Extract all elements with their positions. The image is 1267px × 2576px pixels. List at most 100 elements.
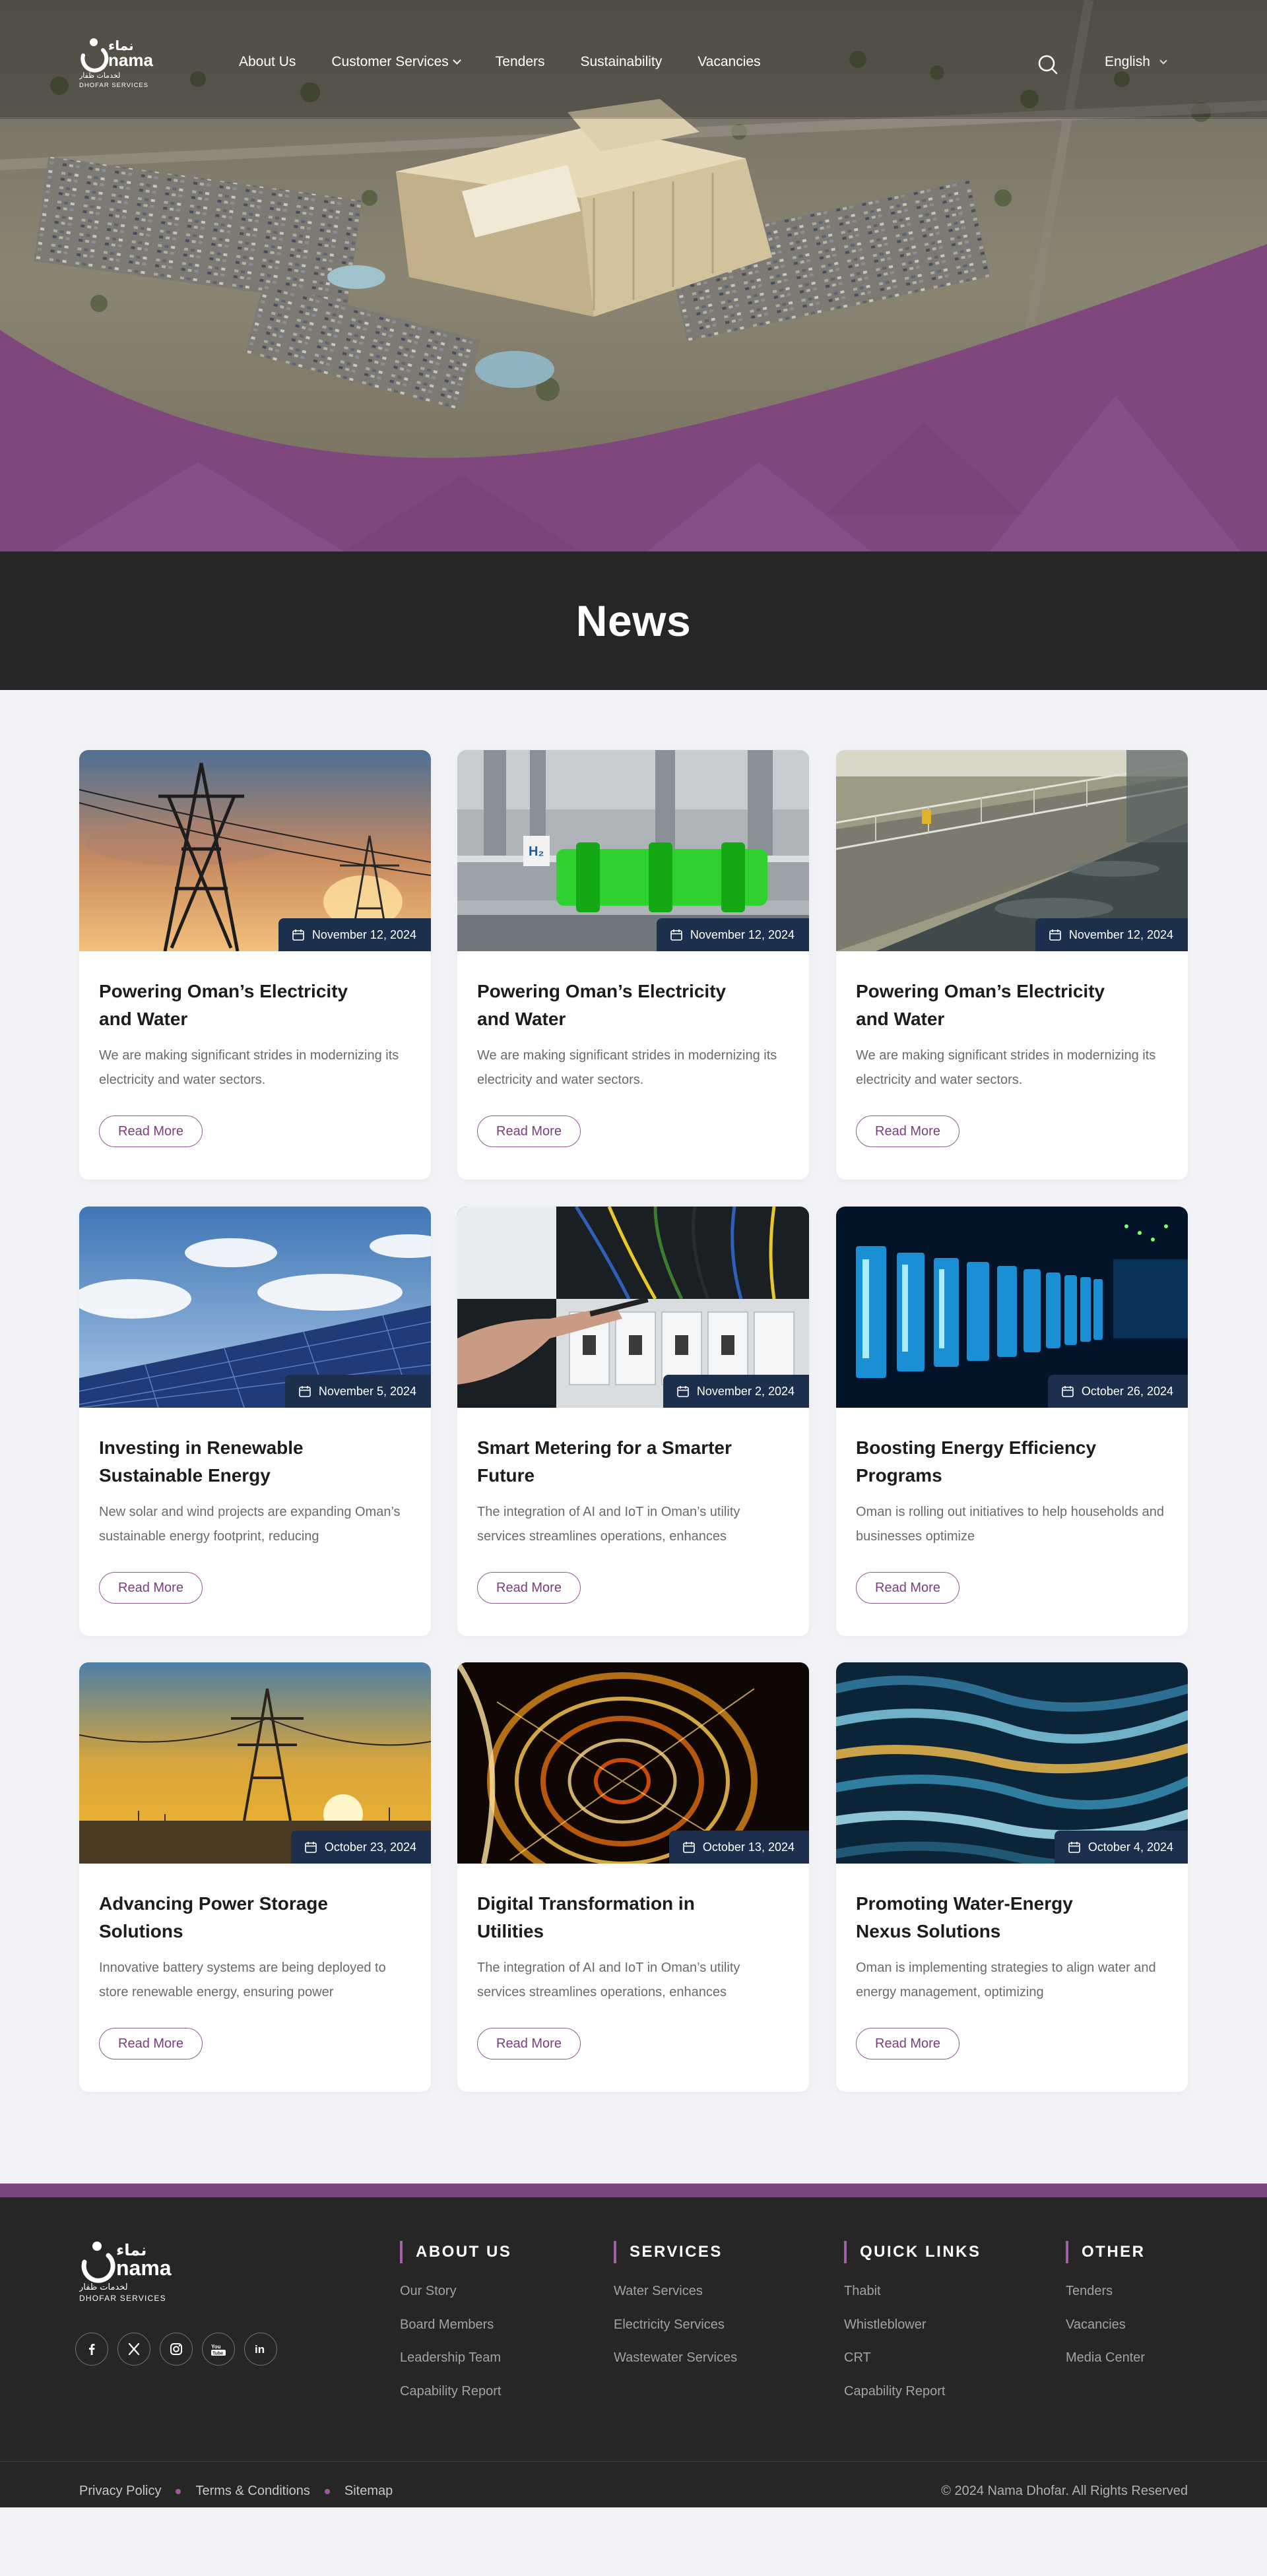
sitemap-link[interactable]: Sitemap [344, 2484, 393, 2499]
youtube-link[interactable]: You Tube [202, 2333, 235, 2366]
news-card[interactable]: October 4, 2024 Promoting Water-Energy N… [836, 1662, 1188, 2092]
read-more-button[interactable]: Read More [477, 1115, 581, 1147]
news-title[interactable]: Promoting Water-Energy Nexus Solutions [856, 1890, 1133, 1945]
news-image-solar-panels[interactable]: November 5, 2024 [79, 1207, 431, 1408]
footer-link[interactable]: Whistleblower [844, 2317, 981, 2333]
news-image-electric-panel[interactable]: November 2, 2024 [457, 1207, 809, 1408]
terms-link[interactable]: Terms & Conditions [195, 2484, 309, 2499]
footer-link[interactable]: Board Members [400, 2317, 511, 2333]
read-more-button[interactable]: Read More [856, 1572, 959, 1604]
footer-link[interactable]: CRT [844, 2350, 981, 2366]
news-title[interactable]: Smart Metering for a Smarter Future [477, 1434, 754, 1490]
read-more-button[interactable]: Read More [477, 2028, 581, 2059]
news-card[interactable]: H₂ November 12, 2024 Powering Oman’s Ele… [457, 750, 809, 1179]
nav-vacancies[interactable]: Vacancies [698, 54, 760, 70]
social-links: You Tube in [75, 2333, 277, 2366]
news-card[interactable]: October 23, 2024 Advancing Power Storage… [79, 1662, 431, 2092]
footer-link[interactable]: Water Services [614, 2283, 737, 2299]
language-label: English [1105, 54, 1150, 69]
date-badge: November 5, 2024 [284, 1375, 431, 1408]
news-date: November 12, 2024 [690, 927, 795, 941]
nav-about-us[interactable]: About Us [239, 54, 296, 70]
footer-link[interactable]: Tenders [1066, 2283, 1146, 2299]
date-badge: November 12, 2024 [1035, 918, 1188, 951]
news-image-power-lines-sunset[interactable]: November 12, 2024 [79, 750, 431, 951]
news-title[interactable]: Investing in Renewable Sustainable Energ… [99, 1434, 376, 1490]
news-card[interactable]: November 12, 2024 Powering Oman’s Electr… [836, 750, 1188, 1179]
news-date: October 26, 2024 [1081, 1384, 1173, 1398]
nav-sustainability[interactable]: Sustainability [581, 54, 663, 70]
footer-link[interactable]: Vacancies [1066, 2317, 1146, 2333]
nav-tenders[interactable]: Tenders [496, 54, 545, 70]
footer-link[interactable]: Our Story [400, 2283, 511, 2299]
footer-link[interactable]: Media Center [1066, 2350, 1146, 2366]
language-selector[interactable]: English [1105, 54, 1167, 70]
svg-text:لخدمات ظفار: لخدمات ظفار [79, 2282, 128, 2292]
news-title[interactable]: Boosting Energy Efficiency Programs [856, 1434, 1133, 1490]
news-image-light-trails[interactable]: October 13, 2024 [457, 1662, 809, 1864]
nama-logo[interactable]: نماء nama لخدمات ظفار DHOFAR SERVICES [79, 36, 165, 90]
news-card[interactable]: October 26, 2024 Boosting Energy Efficie… [836, 1207, 1188, 1636]
read-more-button[interactable]: Read More [99, 2028, 203, 2059]
news-image-pylon-sunset[interactable]: October 23, 2024 [79, 1662, 431, 1864]
header-divider [0, 117, 1267, 118]
footer-link[interactable]: Capability Report [400, 2383, 511, 2399]
calendar-icon [292, 929, 304, 941]
news-card[interactable]: November 12, 2024 Powering Oman’s Electr… [79, 750, 431, 1179]
nav-tenders-label: Tenders [495, 54, 545, 69]
privacy-policy-link[interactable]: Privacy Policy [79, 2484, 161, 2499]
date-badge: October 26, 2024 [1047, 1375, 1188, 1408]
chevron-down-icon [452, 56, 461, 65]
news-title[interactable]: Digital Transformation in Utilities [477, 1890, 754, 1945]
date-badge: November 12, 2024 [278, 918, 431, 951]
footer-logo[interactable]: نماء nama لخدمات ظفار DHOFAR SERVICES [79, 2238, 187, 2304]
footer-link[interactable]: Thabit [844, 2283, 981, 2299]
search-icon [1038, 55, 1058, 75]
footer-column-title: OTHER [1066, 2241, 1146, 2263]
news-excerpt: We are making significant strides in mod… [99, 1048, 399, 1087]
news-excerpt: The integration of AI and IoT in Oman’s … [477, 1505, 740, 1544]
footer-link[interactable]: Electricity Services [614, 2317, 737, 2333]
news-image-water-waves[interactable]: October 4, 2024 [836, 1662, 1188, 1864]
read-more-button[interactable]: Read More [99, 1572, 203, 1604]
read-more-button[interactable]: Read More [477, 1572, 581, 1604]
footer-link[interactable]: Leadership Team [400, 2350, 511, 2366]
news-image-server-room[interactable]: October 26, 2024 [836, 1207, 1188, 1408]
date-badge: October 4, 2024 [1054, 1831, 1188, 1864]
news-title[interactable]: Powering Oman’s Electricity and Water [99, 978, 376, 1033]
news-image-hydrogen-pipes[interactable]: H₂ November 12, 2024 [457, 750, 809, 951]
news-image-water-treatment[interactable]: November 12, 2024 [836, 750, 1188, 951]
footer-column-title: ABOUT US [400, 2241, 511, 2263]
site-header: نماء nama لخدمات ظفار DHOFAR SERVICES Ab… [0, 0, 1267, 119]
news-title[interactable]: Powering Oman’s Electricity and Water [477, 978, 754, 1033]
news-card[interactable]: November 5, 2024 Investing in Renewable … [79, 1207, 431, 1636]
news-title[interactable]: Powering Oman’s Electricity and Water [856, 978, 1133, 1033]
news-title[interactable]: Advancing Power Storage Solutions [99, 1890, 376, 1945]
news-excerpt: New solar and wind projects are expandin… [99, 1505, 401, 1544]
nav-customer-services-label: Customer Services [331, 54, 449, 69]
footer-link[interactable]: Wastewater Services [614, 2350, 737, 2366]
main-nav: About Us Customer Services Tenders Susta… [239, 54, 796, 70]
calendar-icon [1049, 929, 1061, 941]
footer-column-about-us: ABOUT US Our Story Board Members Leaders… [400, 2241, 511, 2416]
footer-column-services: SERVICES Water Services Electricity Serv… [614, 2241, 737, 2383]
svg-text:DHOFAR SERVICES: DHOFAR SERVICES [79, 82, 148, 89]
news-card[interactable]: October 13, 2024 Digital Transformation … [457, 1662, 809, 2092]
footer-link[interactable]: Capability Report [844, 2383, 981, 2399]
news-excerpt: The integration of AI and IoT in Oman’s … [477, 1961, 740, 1999]
read-more-button[interactable]: Read More [856, 1115, 959, 1147]
separator-dot [176, 2488, 181, 2494]
x-link[interactable] [117, 2333, 150, 2366]
footer-column-quick-links: QUICK LINKS Thabit Whistleblower CRT Cap… [844, 2241, 981, 2416]
nav-customer-services[interactable]: Customer Services [331, 54, 461, 70]
site-footer: نماء nama لخدمات ظفار DHOFAR SERVICES Yo… [0, 2197, 1267, 2507]
search-button[interactable] [1035, 51, 1061, 78]
facebook-link[interactable] [75, 2333, 108, 2366]
read-more-button[interactable]: Read More [856, 2028, 959, 2059]
svg-text:in: in [255, 2343, 265, 2356]
news-card[interactable]: November 2, 2024 Smart Metering for a Sm… [457, 1207, 809, 1636]
read-more-button[interactable]: Read More [99, 1115, 203, 1147]
linkedin-link[interactable]: in [244, 2333, 277, 2366]
instagram-link[interactable] [160, 2333, 193, 2366]
youtube-icon: You Tube [211, 2344, 226, 2356]
